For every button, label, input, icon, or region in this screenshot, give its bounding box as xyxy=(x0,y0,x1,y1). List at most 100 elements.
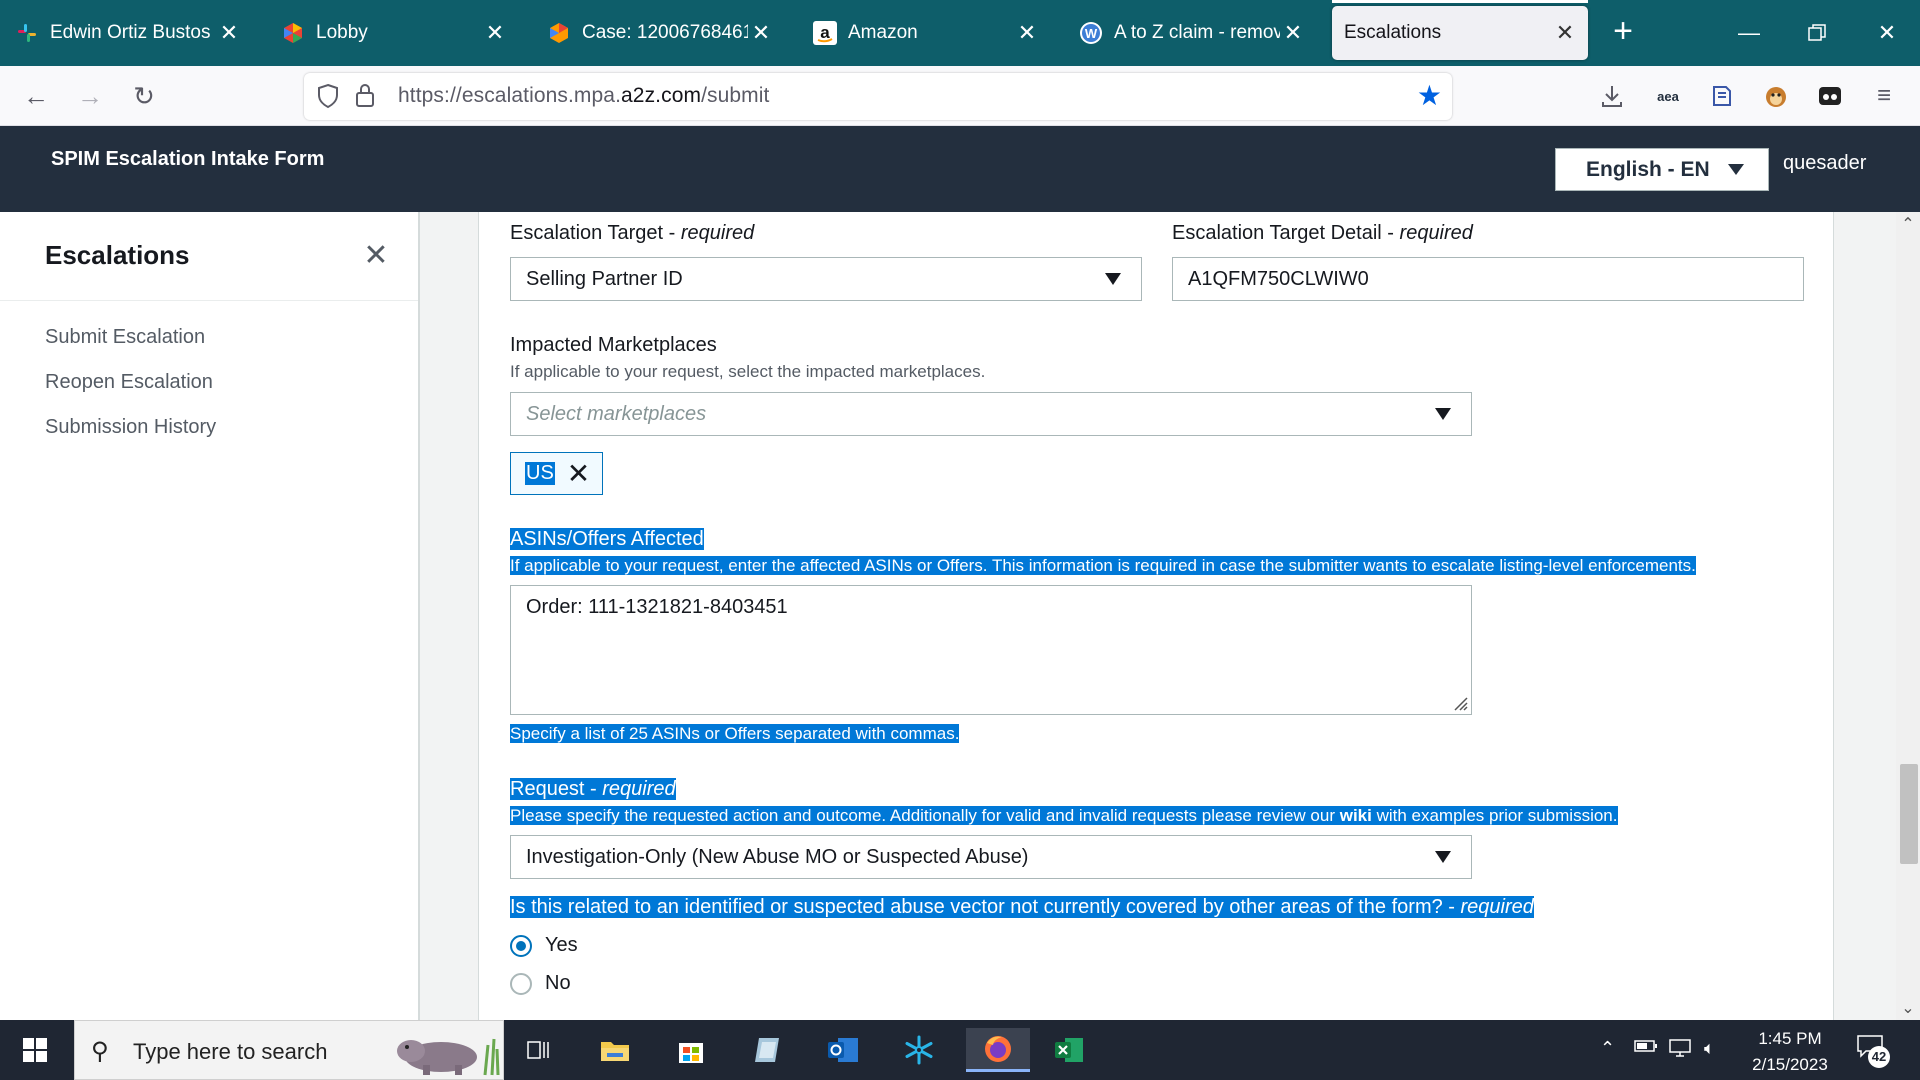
tab-a-to-z-claim[interactable]: W A to Z claim - removal ✕ xyxy=(1064,0,1316,66)
asins-textarea[interactable]: Order: 111-1321821-8403451 xyxy=(510,585,1472,715)
taskbar-search[interactable]: ⚲ Type here to search xyxy=(74,1020,504,1080)
store-icon[interactable] xyxy=(664,1028,718,1072)
caret-down-icon xyxy=(1435,408,1451,420)
target-detail-label: Escalation Target Detail - required xyxy=(1172,222,1473,244)
notification-count: 42 xyxy=(1868,1046,1890,1068)
language-select[interactable]: English - EN xyxy=(1555,148,1769,191)
firefox-icon[interactable] xyxy=(966,1028,1030,1072)
radio-no[interactable] xyxy=(510,973,532,995)
sidenav-link-submit[interactable]: Submit Escalation xyxy=(45,326,205,349)
minimize-icon[interactable]: — xyxy=(1716,0,1782,66)
url-text[interactable]: https://escalations.mpa.a2z.com/submit xyxy=(398,84,769,108)
forward-arrow-icon[interactable]: → xyxy=(72,79,108,113)
asins-label: ASINs/Offers Affected xyxy=(510,528,704,550)
target-select[interactable]: Selling Partner ID xyxy=(510,257,1142,301)
svg-text:W: W xyxy=(1085,26,1098,41)
lock-icon[interactable] xyxy=(354,82,376,113)
target-detail-input[interactable]: A1QFM750CLWIW0 xyxy=(1172,257,1804,301)
windows-taskbar: ⚲ Type here to search ⌃ 🔈︎ 1:45 PM 2/15/… xyxy=(0,1020,1920,1080)
amazon-extension-icon[interactable]: aea xyxy=(1650,78,1686,114)
app-header: SPIM Escalation Intake Form English - EN… xyxy=(0,126,1920,212)
radio-yes[interactable] xyxy=(510,935,532,957)
divider xyxy=(0,300,418,301)
close-tab-icon[interactable]: ✕ xyxy=(1552,20,1578,46)
file-explorer-icon[interactable] xyxy=(588,1028,642,1072)
volume-icon[interactable]: 🔈︎ xyxy=(1704,1038,1715,1059)
remove-token-icon[interactable]: ✕ xyxy=(567,459,590,488)
url-bar[interactable]: https://escalations.mpa.a2z.com/submit ★ xyxy=(304,73,1452,120)
menu-icon[interactable]: ≡ xyxy=(1866,78,1902,114)
download-icon[interactable] xyxy=(1594,78,1630,114)
task-view-icon[interactable] xyxy=(512,1028,566,1072)
new-tab-button[interactable]: + xyxy=(1608,14,1638,50)
tab-lobby[interactable]: Lobby ✕ xyxy=(266,0,518,66)
wiki-icon: W xyxy=(1078,20,1104,46)
abuse-question-label: Is this related to an identified or susp… xyxy=(510,896,1534,918)
clock-date: 2/15/2023 xyxy=(1752,1055,1828,1074)
close-tab-icon[interactable]: ✕ xyxy=(748,20,774,46)
resize-handle-icon[interactable] xyxy=(1449,692,1469,712)
tab-escalations[interactable]: Escalations ✕ xyxy=(1332,0,1588,60)
clock-time: 1:45 PM xyxy=(1758,1029,1822,1048)
username[interactable]: quesader xyxy=(1783,152,1866,175)
target-label: Escalation Target - required xyxy=(510,222,755,244)
wiki-link[interactable]: wiki xyxy=(1340,806,1372,825)
scroll-up-icon[interactable]: ⌃ xyxy=(1896,214,1920,234)
radio-yes-label[interactable]: Yes xyxy=(545,934,578,957)
window-close-icon[interactable]: ✕ xyxy=(1854,0,1920,66)
scrollbar[interactable]: ⌃ ⌄ xyxy=(1896,212,1920,1020)
case-icon xyxy=(546,20,572,46)
notification-center-icon[interactable]: 42 xyxy=(1856,1034,1890,1068)
scrollbar-thumb[interactable] xyxy=(1900,764,1918,864)
network-icon[interactable] xyxy=(1668,1038,1694,1063)
shield-icon[interactable] xyxy=(316,83,340,114)
scroll-down-icon[interactable]: ⌄ xyxy=(1896,998,1920,1018)
browser-nav-bar: ← → ↻ https://escalations.mpa.a2z.com/su… xyxy=(0,66,1920,126)
close-icon[interactable]: ✕ xyxy=(358,238,394,274)
tray-overflow-icon[interactable]: ⌃ xyxy=(1600,1038,1615,1059)
asins-description: If applicable to your request, enter the… xyxy=(510,556,1696,575)
tab-amazon[interactable]: a Amazon ✕ xyxy=(798,0,1050,66)
tab-slack[interactable]: Edwin Ortiz Bustos - W ✕ xyxy=(0,0,252,66)
system-clock[interactable]: 1:45 PM 2/15/2023 xyxy=(1730,1026,1850,1078)
slack-icon xyxy=(14,20,40,46)
radio-no-label[interactable]: No xyxy=(545,972,571,995)
marketplace-token: US ✕ xyxy=(510,452,603,495)
tab-title: Edwin Ortiz Bustos - W xyxy=(50,22,216,43)
tab-title: Escalations xyxy=(1344,22,1442,43)
caret-down-icon xyxy=(1435,851,1451,863)
tab-title: A to Z claim - removal xyxy=(1114,22,1280,43)
close-tab-icon[interactable]: ✕ xyxy=(1280,20,1306,46)
close-tab-icon[interactable]: ✕ xyxy=(482,20,508,46)
token-label: US xyxy=(525,462,555,485)
marketplaces-label: Impacted Marketplaces xyxy=(510,334,717,356)
marketplaces-description: If applicable to your request, select th… xyxy=(510,362,986,381)
marketplaces-placeholder: Select marketplaces xyxy=(526,402,707,425)
language-label: English - EN xyxy=(1586,157,1710,181)
marketplaces-select[interactable]: Select marketplaces xyxy=(510,392,1472,436)
tab-title: Case: 12006768461 xyxy=(582,22,748,43)
reader-icon[interactable] xyxy=(1704,78,1740,114)
back-arrow-icon[interactable]: ← xyxy=(18,79,54,113)
tab-case[interactable]: Case: 12006768461 ✕ xyxy=(532,0,784,66)
snowflake-app-icon[interactable] xyxy=(892,1028,946,1072)
search-placeholder: Type here to search xyxy=(133,1039,328,1064)
excel-icon[interactable] xyxy=(1042,1028,1096,1072)
restore-icon[interactable] xyxy=(1784,0,1850,66)
incognito-icon[interactable] xyxy=(1812,78,1848,114)
close-tab-icon[interactable]: ✕ xyxy=(216,20,242,46)
request-select[interactable]: Investigation-Only (New Abuse MO or Susp… xyxy=(510,835,1472,879)
notes-app-icon[interactable] xyxy=(740,1028,794,1072)
monkey-extension-icon[interactable] xyxy=(1758,78,1794,114)
battery-icon[interactable] xyxy=(1634,1038,1658,1059)
target-detail-value: A1QFM750CLWIW0 xyxy=(1188,267,1369,290)
reload-icon[interactable]: ↻ xyxy=(126,79,162,113)
bookmark-star-icon[interactable]: ★ xyxy=(1417,81,1442,111)
sidenav-link-reopen[interactable]: Reopen Escalation xyxy=(45,371,213,394)
close-tab-icon[interactable]: ✕ xyxy=(1014,20,1040,46)
windows-start-icon[interactable] xyxy=(12,1032,58,1068)
sidenav-link-history[interactable]: Submission History xyxy=(45,416,216,439)
lobby-icon xyxy=(280,20,306,46)
outlook-icon[interactable] xyxy=(816,1028,870,1072)
sidenav-heading: Escalations xyxy=(45,240,190,270)
